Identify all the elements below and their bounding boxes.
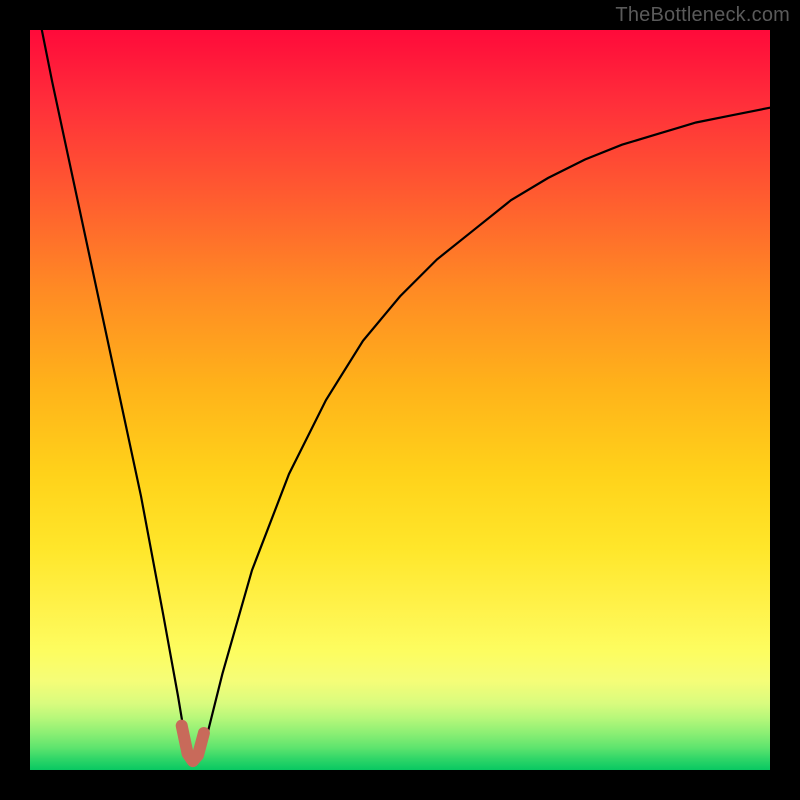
watermark-text: TheBottleneck.com: [615, 4, 790, 27]
plot-area: [30, 30, 770, 770]
bottleneck-curve-svg: [30, 30, 770, 770]
bottleneck-curve: [30, 0, 770, 763]
optimal-marker: [182, 726, 204, 762]
chart-stage: TheBottleneck.com: [0, 0, 800, 800]
